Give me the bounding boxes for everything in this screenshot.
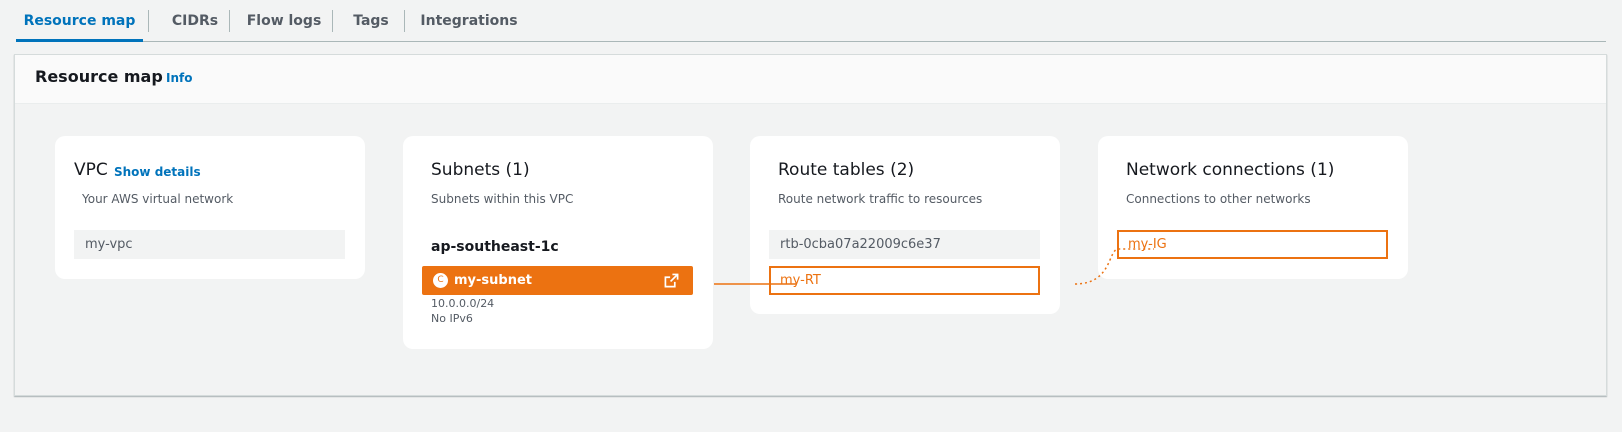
- network-connection-item[interactable]: my-IG: [1117, 230, 1388, 259]
- route-table-item-highlighted[interactable]: my-RT: [769, 266, 1040, 295]
- resource-map-panel: Resource map Info VPC Show details Your …: [14, 54, 1607, 396]
- route-tables-card: Route tables (2) Route network traffic t…: [750, 136, 1060, 314]
- panel-header: Resource map Info: [15, 55, 1606, 104]
- tab-flow-logs[interactable]: Flow logs: [234, 0, 334, 42]
- tab-divider: [148, 10, 149, 32]
- availability-zone-label: ap-southeast-1c: [431, 239, 559, 255]
- tab-bar: Resource map CIDRs Flow logs Tags Integr…: [16, 0, 1606, 42]
- info-link[interactable]: Info: [166, 71, 192, 85]
- tab-divider: [229, 10, 230, 32]
- show-details-link[interactable]: Show details: [114, 165, 201, 179]
- external-link-icon[interactable]: [664, 273, 679, 288]
- tab-divider: [404, 10, 405, 32]
- panel-title: Resource map: [35, 67, 163, 86]
- subnet-ipv6: No IPv6: [431, 312, 473, 325]
- network-connections-card-title: Network connections (1): [1126, 160, 1335, 180]
- route-tables-card-title: Route tables (2): [778, 160, 915, 180]
- subnet-item[interactable]: C my-subnet: [422, 266, 693, 295]
- network-connections-card-subtitle: Connections to other networks: [1126, 192, 1311, 206]
- vpc-card-title: VPC: [74, 160, 108, 180]
- tab-cidrs[interactable]: CIDRs: [156, 0, 234, 42]
- zone-badge: C: [433, 273, 448, 288]
- route-table-item[interactable]: rtb-0cba07a22009c6e37: [769, 230, 1040, 259]
- subnet-cidr: 10.0.0.0/24: [431, 297, 495, 310]
- tab-resource-map[interactable]: Resource map: [16, 0, 143, 42]
- tab-integrations[interactable]: Integrations: [408, 0, 530, 42]
- route-tables-card-subtitle: Route network traffic to resources: [778, 192, 983, 206]
- network-connections-card: Network connections (1) Connections to o…: [1098, 136, 1408, 279]
- tab-divider: [332, 10, 333, 32]
- subnets-card: Subnets (1) Subnets within this VPC ap-s…: [403, 136, 713, 349]
- vpc-card-subtitle: Your AWS virtual network: [82, 192, 234, 206]
- subnet-name: my-subnet: [454, 273, 532, 288]
- vpc-item[interactable]: my-vpc: [74, 230, 345, 259]
- subnets-card-title: Subnets (1): [431, 160, 530, 180]
- tab-tags[interactable]: Tags: [334, 0, 408, 42]
- vpc-card: VPC Show details Your AWS virtual networ…: [55, 136, 365, 279]
- subnets-card-subtitle: Subnets within this VPC: [431, 192, 574, 206]
